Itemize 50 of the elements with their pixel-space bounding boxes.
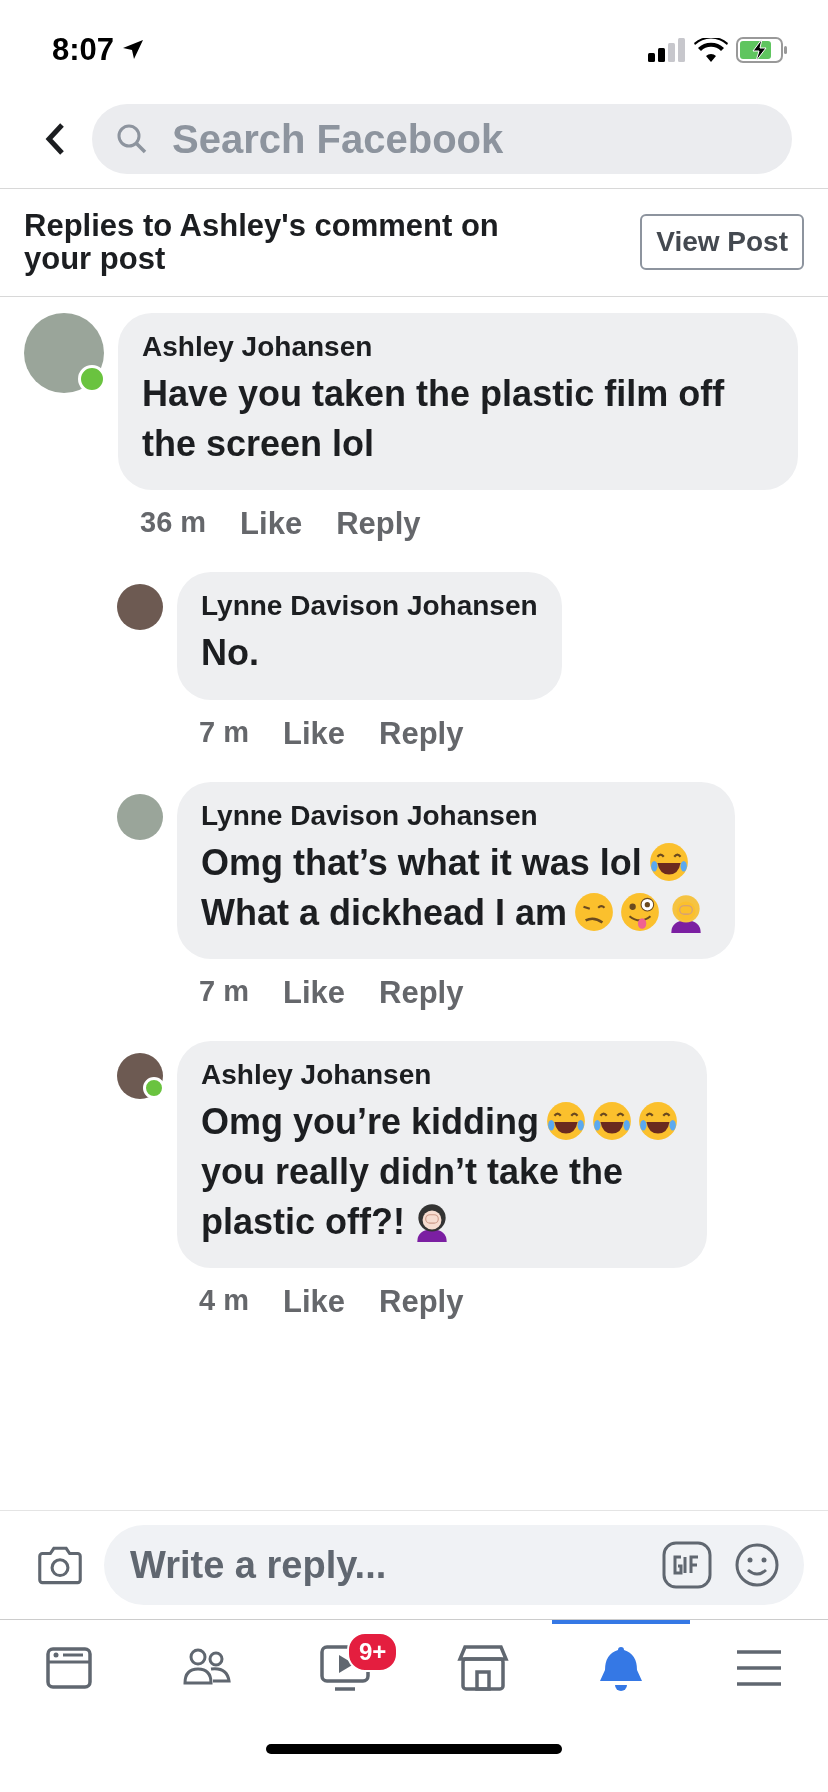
wifi-icon [694, 38, 728, 62]
comment-text: What a dickhead I am [201, 891, 568, 933]
woozy-face-icon [573, 890, 616, 933]
laughing-face-icon [591, 1100, 634, 1143]
comment-time: 4 m [199, 1284, 249, 1319]
search-icon [116, 123, 148, 155]
news-feed-icon [45, 1644, 93, 1692]
comment-text: plastic off?! [201, 1200, 405, 1242]
laughing-face-icon [647, 840, 690, 883]
page-title: Replies to Ashley's comment on your post [24, 209, 500, 276]
laughing-face-icon [637, 1100, 680, 1143]
location-arrow-icon [122, 39, 145, 61]
smiley-icon[interactable] [734, 1542, 780, 1588]
comment-author[interactable]: Ashley Johansen [142, 330, 774, 363]
battery-charging-icon [736, 37, 788, 63]
comment-text: Have you taken the plastic film off the screen lol [142, 372, 725, 464]
menu-icon [735, 1648, 783, 1688]
notification-badge: 9+ [347, 1632, 399, 1672]
comment-author[interactable]: Lynne Davison Johansen [201, 799, 712, 832]
reply-link[interactable]: Reply [379, 1284, 464, 1321]
like-link[interactable]: Like [240, 506, 303, 543]
laughing-face-icon [545, 1100, 588, 1143]
status-time: 8:07 [52, 32, 115, 68]
tongue-out-face-icon [619, 890, 662, 933]
like-link[interactable]: Like [283, 715, 345, 752]
reply-link[interactable]: Reply [336, 506, 421, 543]
search-field[interactable]: Search Facebook [92, 104, 792, 174]
reply-field[interactable]: Write a reply... [104, 1525, 804, 1605]
avatar[interactable] [117, 584, 163, 631]
comment-time: 7 m [199, 715, 249, 750]
signal-icon [648, 38, 686, 62]
comment-author[interactable]: Lynne Davison Johansen [201, 590, 538, 623]
comment-author[interactable]: Ashley Johansen [201, 1059, 684, 1092]
like-link[interactable]: Like [283, 1284, 345, 1321]
comment-time: 7 m [199, 975, 249, 1010]
comment-time: 36 m [140, 506, 207, 541]
comment-text: you really didn’t take the [201, 1150, 624, 1192]
comment-text: No. [201, 632, 259, 674]
reply-link[interactable]: Reply [379, 715, 464, 752]
like-link[interactable]: Like [283, 975, 345, 1012]
reply-input[interactable]: Write a reply... [128, 1542, 640, 1588]
back-icon[interactable] [44, 122, 66, 156]
storefront-icon [457, 1644, 509, 1692]
comment-text: Omg you’re kidding [201, 1101, 540, 1143]
reply-link[interactable]: Reply [379, 975, 464, 1012]
gif-icon[interactable] [662, 1541, 712, 1589]
comment-text: Omg that’s what it was lol [201, 841, 642, 883]
view-post-button[interactable]: View Post [640, 214, 804, 271]
nav-tab[interactable]: 9+ [276, 1620, 414, 1712]
search-input[interactable]: Search Facebook [170, 115, 674, 163]
